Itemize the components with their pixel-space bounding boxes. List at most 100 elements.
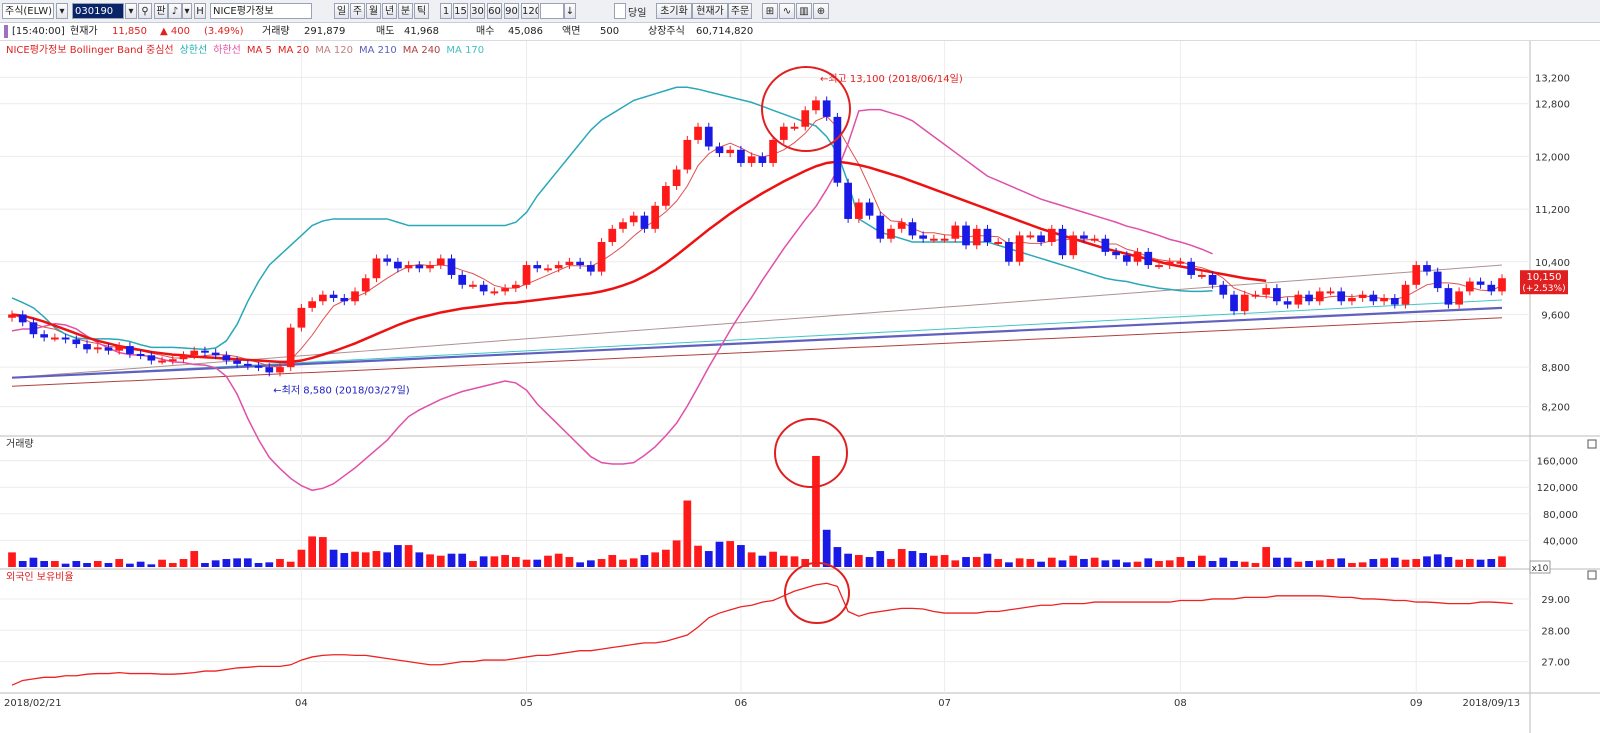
candle-body (1273, 288, 1281, 302)
alarm-bell-icon[interactable]: ♪ (168, 3, 182, 19)
legend-item-3: MA 5 (247, 45, 272, 56)
candle-body (844, 182, 852, 219)
order-button[interactable]: 주문 (728, 3, 752, 19)
volume-bar (747, 552, 756, 567)
candle-body (565, 261, 574, 266)
count-stepper-icon[interactable]: ↓ (564, 3, 576, 19)
candle-body (1240, 294, 1249, 312)
reset-button[interactable]: 초기화 (656, 3, 692, 19)
count-input[interactable] (540, 3, 564, 19)
alarm-dropdown-icon[interactable]: ▾ (182, 3, 192, 19)
volume-bar (351, 551, 359, 567)
candle-body (704, 126, 713, 147)
period-button-5[interactable]: 틱 (414, 3, 429, 19)
volume-bar (554, 553, 563, 567)
candle-body (190, 350, 199, 356)
today-label: 당일 (628, 8, 647, 19)
line-chart-icon[interactable]: ∿ (779, 3, 795, 19)
interval-button-90[interactable]: 90 (504, 3, 519, 19)
legend-item-5: MA 120 (315, 45, 353, 56)
volume-bar (1305, 561, 1313, 567)
candle-body (651, 205, 660, 229)
foreign-close-icon (1587, 570, 1597, 580)
price-tick-label: 11,200 (1535, 205, 1570, 216)
candle-body (1230, 294, 1238, 312)
legend-item-7: MA 240 (403, 45, 441, 56)
period-button-2[interactable]: 월 (366, 3, 381, 19)
volume-bar (576, 562, 584, 567)
volume-bar (458, 553, 467, 567)
candle-body (436, 258, 445, 266)
volume-bar (233, 558, 241, 567)
toolbar: 주식(ELW) ▾ 030190 ▾ ⚲ 판 ♪ ▾ H NICE평가정보 ↓ … (0, 0, 1600, 23)
chart-type-icon[interactable]: ⊞ (762, 3, 778, 19)
stock-name-input[interactable]: NICE평가정보 (210, 3, 312, 19)
interval-button-120[interactable]: 120 (521, 3, 539, 19)
volume-bar (662, 549, 670, 567)
candle-body (597, 242, 606, 272)
today-checkbox[interactable] (614, 3, 626, 19)
volume-bar (522, 559, 531, 567)
candle-body (136, 353, 145, 356)
price-tick-label: 13,200 (1535, 73, 1570, 84)
interval-button-30[interactable]: 30 (470, 3, 485, 19)
candle-body (951, 225, 960, 239)
period-button-4[interactable]: 분 (398, 3, 413, 19)
volume-bar (1208, 561, 1217, 567)
candle-body (758, 156, 767, 163)
stock-chart[interactable]: NICE평가정보 Bollinger Band 중심선 상한선 하한선 MA 5 MA … (0, 41, 1600, 733)
interval-button-15[interactable]: 15 (453, 3, 468, 19)
foreign-tick-label: 27.00 (1541, 658, 1570, 669)
listed-shares-label: 상장주식 (648, 26, 685, 37)
period-button-0[interactable]: 일 (334, 3, 349, 19)
help-button[interactable]: H (194, 3, 206, 19)
candle-body (865, 202, 874, 216)
candle-body (1122, 255, 1131, 262)
market-dropdown-icon[interactable]: ▾ (56, 3, 68, 19)
market-select[interactable]: 주식(ELW) (2, 3, 54, 19)
last-price-label: 10,150 (1527, 272, 1562, 283)
candle-body (1498, 278, 1506, 292)
volume-bar (1240, 561, 1249, 567)
candle-body (897, 222, 906, 229)
type-button[interactable]: 판 (154, 3, 168, 19)
volume-bar (361, 552, 370, 567)
bar-chart-icon[interactable]: ▥ (796, 3, 812, 19)
interval-button-60[interactable]: 60 (487, 3, 502, 19)
current-price-button[interactable]: 현재가 (692, 3, 728, 19)
stock-code-input[interactable]: 030190 (72, 3, 124, 19)
candle-body (51, 337, 59, 340)
candle-body (662, 186, 670, 206)
code-dropdown-icon[interactable]: ▾ (125, 3, 137, 19)
zoom-icon[interactable]: ⊕ (813, 3, 829, 19)
candle-body (940, 238, 949, 241)
price-tick-label: 12,800 (1535, 100, 1570, 111)
period-button-1[interactable]: 주 (350, 3, 365, 19)
candle-body (29, 322, 38, 335)
volume-bar (168, 563, 177, 567)
interval-button-1[interactable]: 1 (440, 3, 452, 19)
volume-bar (897, 549, 906, 567)
candle-body (1369, 294, 1378, 302)
volume-bar (640, 555, 649, 567)
candle-body (404, 265, 413, 269)
search-icon[interactable]: ⚲ (138, 3, 152, 19)
candle-body (1390, 297, 1399, 305)
volume-bar (672, 540, 681, 567)
period-button-3[interactable]: 년 (382, 3, 397, 19)
candle-body (1026, 235, 1035, 238)
volume-bar (308, 536, 317, 567)
volume-bar (758, 555, 767, 567)
x-tick-label: 05 (520, 698, 533, 709)
volume-bar (340, 553, 349, 567)
volume-bar (1423, 556, 1431, 567)
x-tick-label: 08 (1174, 698, 1187, 709)
volume-bar (372, 551, 381, 567)
volume-bar (319, 537, 327, 567)
candle-body (790, 126, 799, 129)
volume-bar (790, 556, 799, 567)
volume-bar (83, 563, 91, 567)
indicator-marker (4, 25, 8, 38)
volume-bar (40, 561, 49, 567)
legend-item-4: MA 20 (278, 45, 309, 56)
